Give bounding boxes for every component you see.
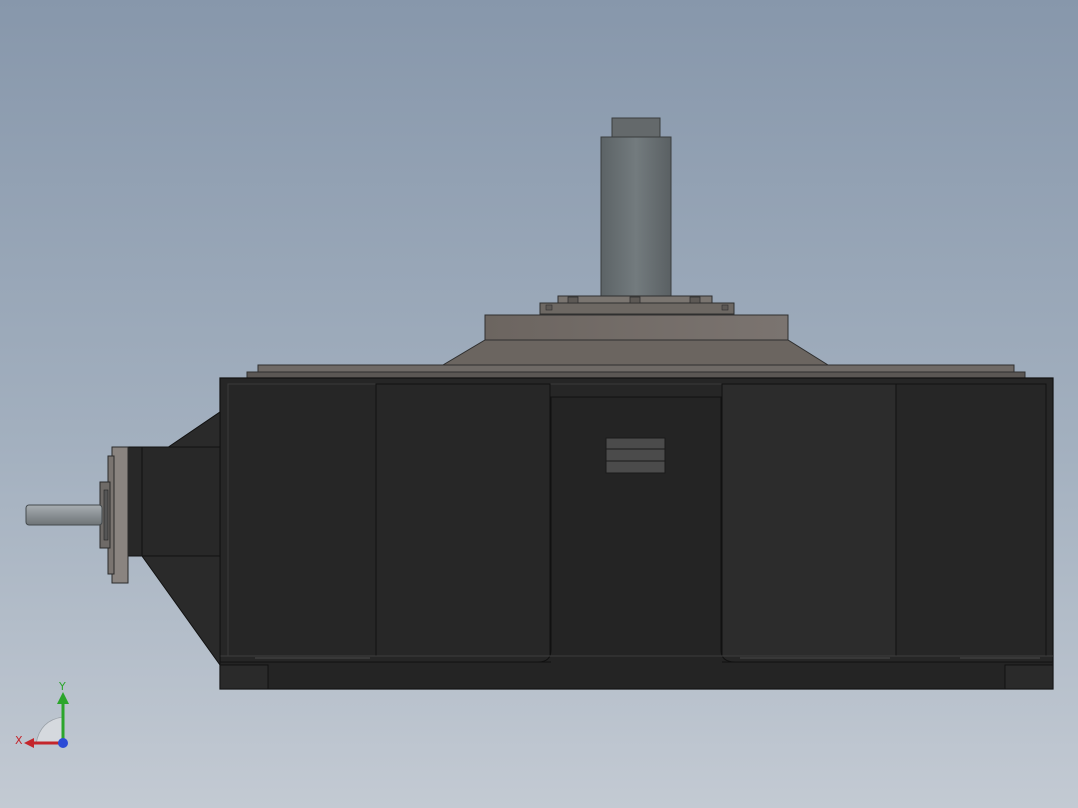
orientation-triad[interactable]: Y X [10,680,90,760]
input-flange[interactable] [99,446,129,584]
triad-plane [35,716,64,745]
x-axis-label: X [15,734,23,747]
input-shaft[interactable] [25,504,103,526]
graphics-viewport[interactable]: Y X [0,0,1078,808]
y-axis-label: Y [58,680,66,693]
z-axis-dot [58,738,68,748]
upper-collar[interactable] [441,314,830,366]
gearbox-model[interactable] [0,0,1078,808]
input-housing[interactable] [127,411,221,667]
top-bearing-flange[interactable] [539,295,735,315]
main-housing[interactable] [219,377,1054,690]
output-shaft[interactable] [600,117,672,301]
top-cover-plate[interactable] [246,364,1026,380]
nameplate[interactable] [605,437,666,474]
